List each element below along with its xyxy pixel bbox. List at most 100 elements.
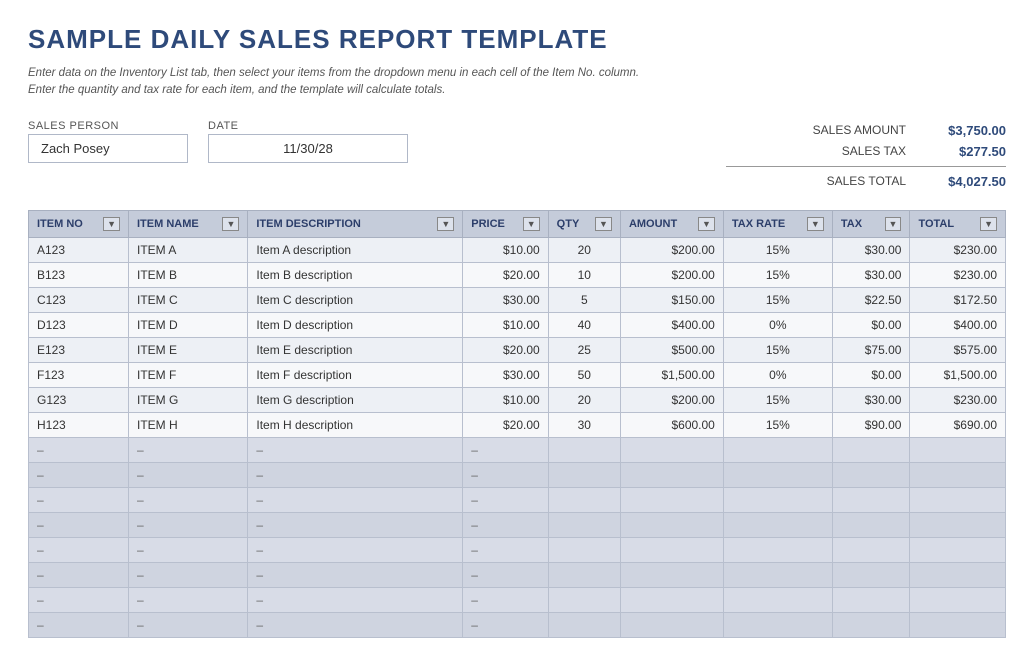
- table-empty-cell: [620, 487, 723, 512]
- table-empty-row: ––––: [29, 587, 1006, 612]
- table-empty-cell: –: [248, 487, 463, 512]
- sales-amount-row: SALES AMOUNT $3,750.00: [726, 120, 1006, 141]
- date-group: DATE 11/30/28: [208, 120, 408, 163]
- table-cell: $30.00: [463, 287, 548, 312]
- table-cell: ITEM F: [129, 362, 248, 387]
- table-cell: ITEM A: [129, 237, 248, 262]
- sales-tax-value: $277.50: [926, 144, 1006, 159]
- table-cell: 50: [548, 362, 620, 387]
- table-empty-cell: –: [248, 612, 463, 637]
- date-value: 11/30/28: [208, 134, 408, 163]
- qty-dropdown[interactable]: ▼: [595, 217, 612, 231]
- table-empty-cell: [548, 562, 620, 587]
- table-empty-cell: –: [463, 462, 548, 487]
- col-header-itemno: ITEM NO▼: [29, 210, 129, 237]
- table-empty-cell: [832, 462, 910, 487]
- field-row: SALES PERSON Zach Posey DATE 11/30/28: [28, 120, 408, 163]
- tax-dropdown[interactable]: ▼: [885, 217, 902, 231]
- table-empty-cell: [620, 587, 723, 612]
- table-cell: 15%: [723, 287, 832, 312]
- table-row: E123ITEM EItem E description$20.0025$500…: [29, 337, 1006, 362]
- table-empty-cell: –: [129, 537, 248, 562]
- table-cell: E123: [29, 337, 129, 362]
- table-cell: ITEM E: [129, 337, 248, 362]
- amount-dropdown[interactable]: ▼: [698, 217, 715, 231]
- table-empty-cell: –: [248, 587, 463, 612]
- table-empty-cell: –: [29, 437, 129, 462]
- table-empty-cell: –: [463, 487, 548, 512]
- table-empty-cell: [548, 462, 620, 487]
- table-empty-cell: [910, 562, 1006, 587]
- table-cell: $200.00: [620, 387, 723, 412]
- subtitle: Enter data on the Inventory List tab, th…: [28, 65, 1006, 100]
- table-empty-cell: –: [129, 562, 248, 587]
- table-cell: $500.00: [620, 337, 723, 362]
- table-empty-cell: –: [248, 512, 463, 537]
- table-cell: 5: [548, 287, 620, 312]
- table-empty-cell: –: [463, 512, 548, 537]
- table-cell: $0.00: [832, 312, 910, 337]
- table-empty-cell: –: [129, 587, 248, 612]
- table-empty-cell: –: [248, 562, 463, 587]
- table-empty-cell: [832, 562, 910, 587]
- table-row: G123ITEM GItem G description$10.0020$200…: [29, 387, 1006, 412]
- table-empty-cell: [832, 437, 910, 462]
- table-empty-cell: –: [129, 487, 248, 512]
- table-empty-cell: [548, 587, 620, 612]
- table-cell: 40: [548, 312, 620, 337]
- table-cell: H123: [29, 412, 129, 437]
- table-cell: $20.00: [463, 262, 548, 287]
- table-empty-cell: –: [29, 562, 129, 587]
- taxrate-dropdown[interactable]: ▼: [807, 217, 824, 231]
- table-empty-cell: –: [29, 487, 129, 512]
- table-empty-cell: [723, 487, 832, 512]
- table-cell: ITEM B: [129, 262, 248, 287]
- sales-table: ITEM NO▼ ITEM NAME▼ ITEM DESCRIPTION▼ PR…: [28, 210, 1006, 638]
- col-header-qty: QTY▼: [548, 210, 620, 237]
- table-empty-cell: [910, 587, 1006, 612]
- summary-divider: [726, 166, 1006, 167]
- itemname-dropdown[interactable]: ▼: [222, 217, 239, 231]
- table-cell: $20.00: [463, 337, 548, 362]
- table-empty-cell: [620, 612, 723, 637]
- table-empty-cell: –: [29, 537, 129, 562]
- table-empty-cell: [723, 437, 832, 462]
- table-empty-cell: [910, 512, 1006, 537]
- price-dropdown[interactable]: ▼: [523, 217, 540, 231]
- table-row: A123ITEM AItem A description$10.0020$200…: [29, 237, 1006, 262]
- table-empty-cell: –: [248, 462, 463, 487]
- table-empty-cell: –: [463, 587, 548, 612]
- table-empty-cell: [620, 437, 723, 462]
- table-empty-cell: [723, 537, 832, 562]
- table-cell: $150.00: [620, 287, 723, 312]
- total-dropdown[interactable]: ▼: [980, 217, 997, 231]
- table-empty-cell: [723, 512, 832, 537]
- table-cell: $200.00: [620, 262, 723, 287]
- sales-person-value: Zach Posey: [28, 134, 188, 163]
- table-cell: $30.00: [832, 387, 910, 412]
- table-empty-cell: –: [129, 462, 248, 487]
- itemno-dropdown[interactable]: ▼: [103, 217, 120, 231]
- table-empty-cell: [620, 562, 723, 587]
- table-empty-cell: [620, 537, 723, 562]
- col-header-taxrate: TAX RATE▼: [723, 210, 832, 237]
- table-row: B123ITEM BItem B description$20.0010$200…: [29, 262, 1006, 287]
- table-cell: $200.00: [620, 237, 723, 262]
- table-cell: B123: [29, 262, 129, 287]
- table-empty-cell: [723, 562, 832, 587]
- table-empty-row: ––––: [29, 612, 1006, 637]
- table-cell: Item F description: [248, 362, 463, 387]
- table-empty-cell: [620, 462, 723, 487]
- col-header-itemname: ITEM NAME▼: [129, 210, 248, 237]
- table-cell: $400.00: [910, 312, 1006, 337]
- table-row: D123ITEM DItem D description$10.0040$400…: [29, 312, 1006, 337]
- desc-dropdown[interactable]: ▼: [437, 217, 454, 231]
- table-empty-cell: [548, 512, 620, 537]
- sales-amount-value: $3,750.00: [926, 123, 1006, 138]
- table-cell: Item A description: [248, 237, 463, 262]
- table-cell: 15%: [723, 337, 832, 362]
- table-cell: 15%: [723, 412, 832, 437]
- table-empty-cell: [723, 462, 832, 487]
- table-cell: $690.00: [910, 412, 1006, 437]
- table-cell: ITEM H: [129, 412, 248, 437]
